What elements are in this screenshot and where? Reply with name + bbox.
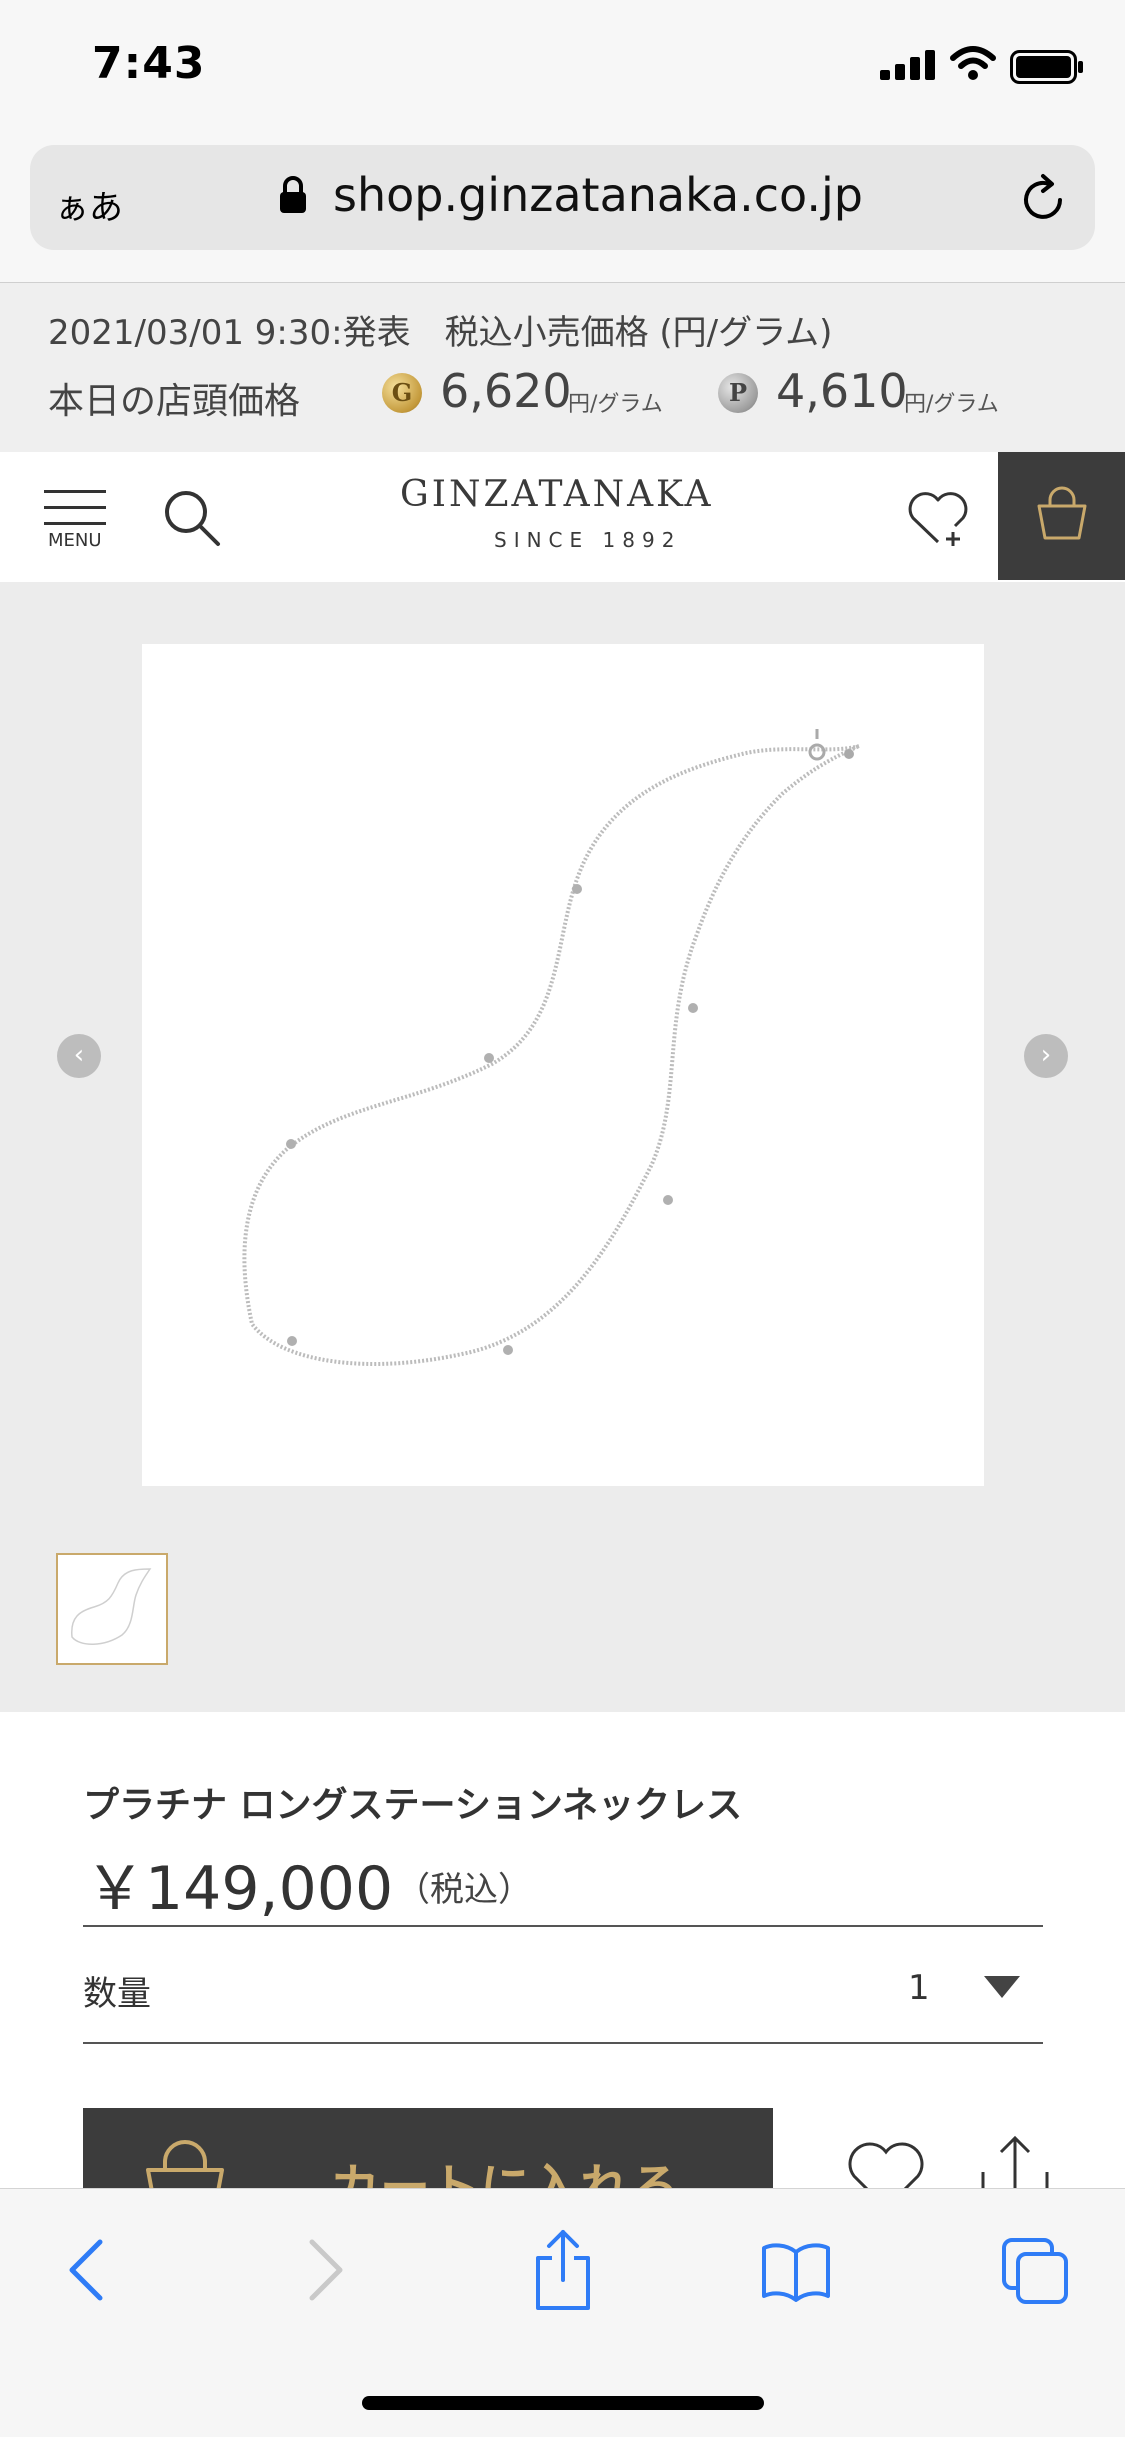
previous-image-button[interactable]: ‹ (57, 1034, 101, 1078)
platinum-price: 4,610 (776, 364, 908, 418)
next-image-button[interactable]: › (1024, 1034, 1068, 1078)
reload-icon[interactable] (1016, 172, 1072, 232)
back-icon[interactable] (66, 2238, 106, 2306)
search-icon[interactable] (160, 486, 224, 554)
quantity-label: 数量 (83, 1974, 151, 2014)
quantity-select[interactable]: 1 (908, 1968, 930, 2008)
forward-icon[interactable] (306, 2238, 346, 2306)
platinum-coin-icon: P (718, 373, 758, 413)
home-indicator[interactable] (362, 2396, 764, 2410)
site-logo-tagline: SINCE 1892 (494, 528, 682, 552)
status-time: 7:43 (92, 38, 206, 89)
caret-down-icon[interactable] (984, 1976, 1020, 1998)
gold-price: 6,620 (440, 364, 572, 418)
divider (83, 2042, 1043, 2044)
gold-coin-icon: G (382, 373, 422, 413)
lock-icon (278, 175, 308, 219)
share-icon[interactable] (532, 2228, 594, 2316)
signal-icon (880, 50, 936, 84)
battery-icon (1010, 50, 1084, 88)
gold-price-unit: 円/グラム (568, 392, 663, 417)
store-price-label: 本日の店頭価格 (48, 381, 301, 422)
menu-icon[interactable] (44, 488, 106, 532)
bookmarks-icon[interactable] (760, 2238, 832, 2306)
platinum-price-unit: 円/グラム (904, 392, 999, 417)
tax-included-label: （税込） (396, 1870, 532, 1910)
product-thumbnail[interactable] (56, 1553, 168, 1665)
site-logo[interactable]: GINZATANAKA (400, 474, 714, 515)
url-text[interactable]: shop.ginzatanaka.co.jp (333, 168, 863, 222)
divider (83, 1925, 1043, 1927)
wifi-icon (950, 46, 996, 84)
favorite-icon[interactable] (905, 486, 971, 552)
tabs-icon[interactable] (1000, 2236, 1070, 2310)
price-announcement: 2021/03/01 9:30:発表 税込小売価格 (円/グラム) (48, 313, 833, 353)
text-size-button[interactable]: ぁあ (55, 180, 123, 229)
product-image[interactable] (142, 644, 984, 1486)
product-name: プラチナ ロングステーションネックレス (83, 1785, 743, 1826)
menu-label[interactable]: MENU (48, 530, 102, 551)
product-price: ￥149,000 (85, 1854, 394, 1924)
shopping-bag-icon[interactable] (1034, 486, 1090, 546)
